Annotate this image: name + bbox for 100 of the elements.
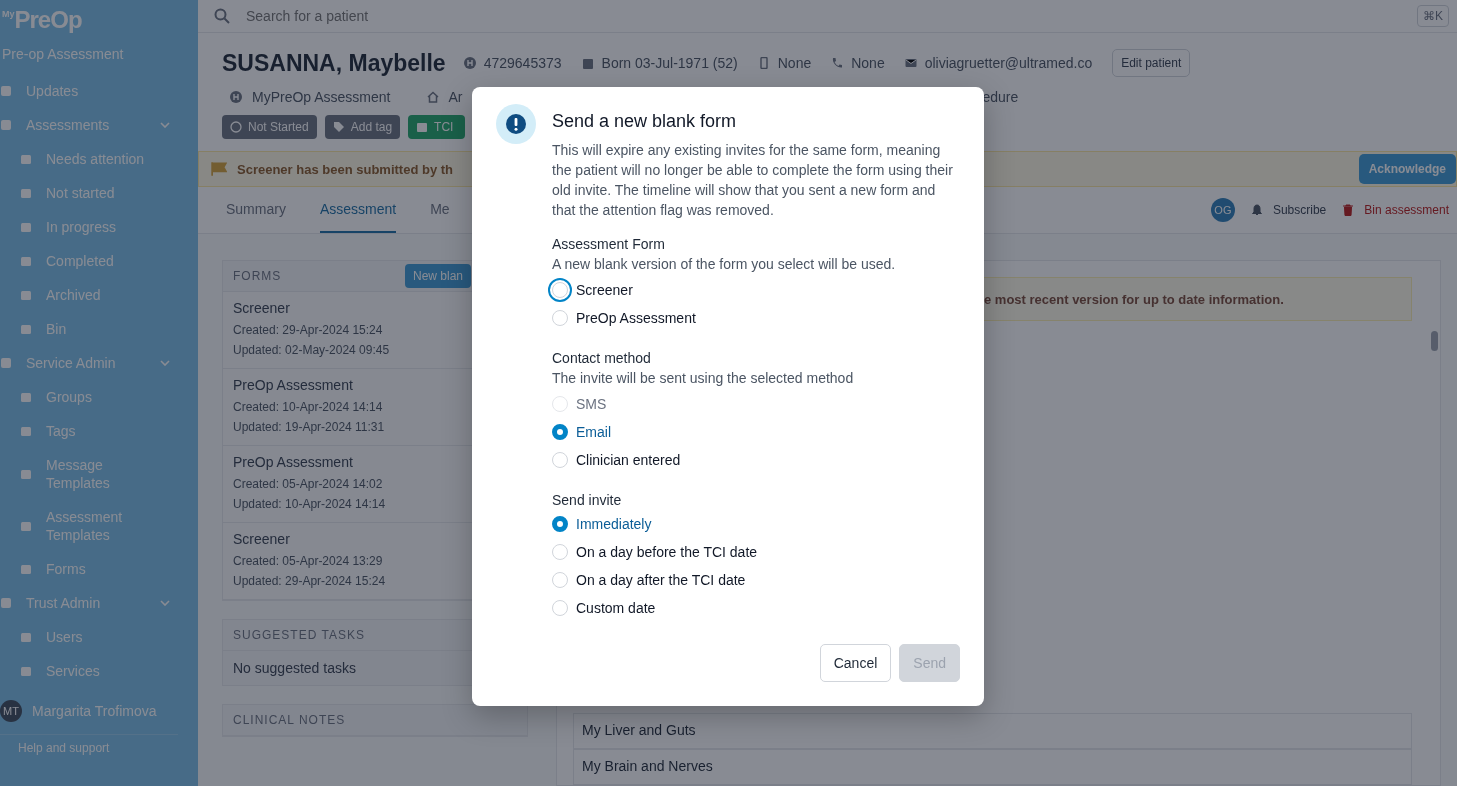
search-icon	[214, 8, 230, 24]
nav-icon	[0, 85, 12, 97]
radio-label[interactable]: Clinician entered	[576, 452, 681, 468]
nav-icon	[0, 597, 12, 609]
form-updated-date: Updated: 29-Apr-2024 15:24	[233, 573, 387, 590]
hospital-icon	[463, 57, 476, 69]
nav-icon	[20, 323, 32, 335]
tab[interactable]: Summary	[226, 187, 286, 233]
patient-link[interactable]: MyPreOp Assessment	[252, 89, 391, 105]
shortcut-key: ⌘K	[1417, 5, 1449, 27]
form-title: Screener	[233, 300, 291, 316]
logo: PreOp	[14, 6, 82, 34]
radio-label[interactable]: Custom date	[576, 600, 656, 616]
cancel-button[interactable]: Cancel	[819, 644, 892, 682]
user-name[interactable]: Margarita Trofimova	[32, 703, 157, 719]
nav-item[interactable]: In progress	[0, 210, 198, 244]
radio-label[interactable]: Immediately	[576, 516, 652, 532]
phone-number: None	[851, 55, 885, 71]
nav-item[interactable]: Tags	[0, 414, 198, 448]
alert-text: Screener has been submitted by th	[237, 161, 453, 177]
form-updated-date: Updated: 19-Apr-2024 11:31	[233, 419, 386, 436]
clinical-notes-heading: CLINICAL NOTES	[233, 713, 346, 727]
tab[interactable]: Me	[430, 187, 450, 233]
nav-icon	[0, 119, 12, 131]
home-icon	[426, 91, 439, 103]
tag[interactable]: Not Started	[222, 115, 317, 139]
nav-item[interactable]: Completed	[0, 244, 198, 278]
section-row[interactable]: My Brain and Nerves	[573, 749, 1412, 785]
nav-item[interactable]: Forms	[0, 552, 198, 586]
bell-icon	[1250, 204, 1263, 216]
form-title: PreOp Assessment	[233, 454, 354, 470]
nav-icon	[0, 357, 12, 369]
help-link[interactable]: Help and support	[0, 734, 178, 755]
flag-icon	[211, 162, 227, 176]
mobile-number: None	[777, 55, 812, 71]
phone-icon	[831, 57, 844, 69]
app-subtitle: Pre-op Assessment	[1, 45, 125, 64]
empty-message: No suggested tasks	[232, 659, 357, 678]
radio-label[interactable]: Screener	[576, 282, 633, 298]
envelope-icon	[904, 57, 917, 69]
tag[interactable]: TCI	[408, 115, 466, 139]
form-updated-date: Updated: 10-Apr-2024 14:14	[233, 496, 387, 513]
nav-icon	[20, 391, 32, 403]
nav-item[interactable]: Message Templates	[0, 448, 198, 500]
patient-name: SUSANNA, Maybelle	[222, 49, 446, 77]
section-row[interactable]: My Liver and Guts	[573, 713, 1412, 749]
radio-label[interactable]: PreOp Assessment	[576, 310, 696, 326]
user-avatar: MT	[0, 700, 22, 722]
group-hint: The invite will be sent using the selected method	[552, 369, 855, 388]
patient-link[interactable]: edure	[982, 89, 1019, 105]
scrollbar-thumb[interactable]	[1431, 331, 1438, 351]
radio-button[interactable]	[552, 516, 568, 532]
nav-item[interactable]: Bin	[0, 312, 198, 346]
nav-item[interactable]: Not started	[0, 176, 198, 210]
email-address: oliviagruetter@ultramed.co	[924, 55, 1093, 71]
nav-item[interactable]: Services	[0, 654, 198, 688]
nav-item[interactable]: Users	[0, 620, 198, 654]
search-field[interactable]: Search for a patient	[244, 7, 1403, 25]
forms-heading: FORMS	[233, 269, 282, 283]
radio-label[interactable]: On a day after the TCI date	[576, 572, 746, 588]
radio-label[interactable]: Email	[576, 424, 611, 440]
nhs-number: 4729645373	[483, 55, 562, 71]
group-label: Send invite	[552, 491, 623, 510]
nav-item[interactable]: Groups	[0, 380, 198, 414]
logo-prefix: My	[2, 9, 15, 19]
form-created-date: Created: 10-Apr-2024 14:14	[233, 399, 384, 416]
nav-item[interactable]: Archived	[0, 278, 198, 312]
hospital-icon	[230, 91, 242, 103]
nav-icon	[20, 221, 32, 233]
nav-icon	[20, 665, 32, 677]
nav-icon	[20, 255, 32, 267]
bin-assessment-button[interactable]: Bin assessment	[1364, 203, 1449, 217]
nav-item[interactable]: Assessment Templates	[0, 500, 198, 552]
dialog-message: This will expire any existing invites for the same form, meaning the patient will no longer be able to complete the form using their old invite. The timeline will show that you sent a new form and that the attention flag was removed.	[552, 141, 954, 220]
tag[interactable]: Add tag	[324, 115, 401, 139]
nav-icon	[20, 468, 32, 480]
radio-button[interactable]	[552, 424, 568, 440]
nav-icon	[20, 631, 32, 643]
group-label: Contact method	[552, 349, 652, 368]
nav-icon	[20, 187, 32, 199]
user-avatar: OG	[1210, 198, 1235, 222]
nav-icon	[20, 563, 32, 575]
notice-text: e most recent version for up to date information.	[984, 291, 1284, 307]
nav-item[interactable]: Needs attention	[0, 142, 198, 176]
radio-label[interactable]: On a day before the TCI date	[576, 544, 758, 560]
edit-patient-button[interactable]: Edit patient	[1112, 49, 1191, 77]
form-created-date: Created: 05-Apr-2024 13:29	[233, 553, 384, 570]
nav-icon	[20, 289, 32, 301]
nav-icon	[20, 520, 32, 532]
circle-icon	[230, 121, 242, 133]
acknowledge-button[interactable]: Acknowledge	[1358, 154, 1456, 184]
suggested-tasks-heading: SUGGESTED TASKS	[233, 628, 365, 642]
tag-icon	[332, 121, 345, 133]
patient-link[interactable]: Ar	[448, 89, 463, 105]
subscribe-button[interactable]: Subscribe	[1272, 203, 1327, 217]
nav-icon	[20, 425, 32, 437]
birth-date: Born 03-Jul-1971 (52)	[601, 55, 738, 71]
nav-icon	[20, 153, 32, 165]
group-hint: A new blank version of the form you select will be used.	[552, 255, 897, 274]
new-blank-form-button[interactable]: New blan	[404, 264, 471, 288]
